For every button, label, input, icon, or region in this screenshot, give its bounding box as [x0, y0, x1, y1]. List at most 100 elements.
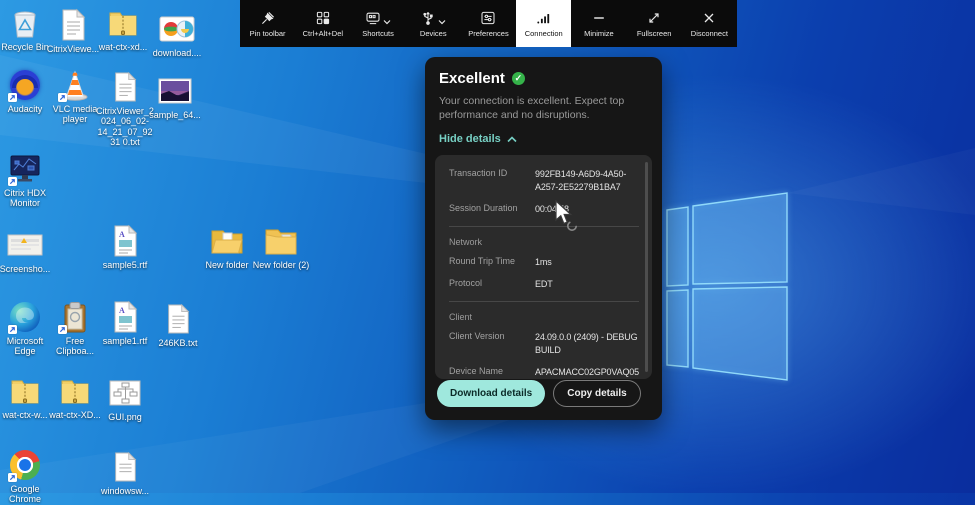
- desktop-icon-google-chrome[interactable]: Google Chrome: [0, 448, 54, 505]
- desktop-icon-sample5[interactable]: A sample5.rtf: [96, 224, 154, 270]
- desktop-icon-246kb[interactable]: 246KB.txt: [149, 302, 207, 348]
- desktop-icon-citrix-hdx-monitor[interactable]: Citrix HDX Monitor: [0, 152, 54, 209]
- desktop-icon-label: Google Chrome: [0, 484, 54, 505]
- desktop-icon-label: wat-ctx-XD...: [49, 410, 101, 420]
- rtf-file-icon: A: [107, 224, 143, 258]
- clipboard-icon: [57, 300, 93, 334]
- svg-text:A: A: [119, 230, 125, 239]
- svg-text:A: A: [119, 306, 125, 315]
- desktop-icon-label: GUI.png: [108, 412, 142, 422]
- shortcut-arrow-icon: [8, 473, 17, 482]
- section-client: Client: [435, 302, 652, 322]
- pin-icon: [260, 9, 276, 26]
- close-icon: [701, 9, 717, 26]
- desktop-icon-sample1[interactable]: A sample1.rtf: [96, 300, 154, 346]
- detail-row-device-name: Device Name APACMACC02GP0VAQ05N: [435, 357, 652, 380]
- details-scrollbar[interactable]: [645, 162, 648, 372]
- detail-row-protocol: Protocol EDT: [435, 269, 652, 291]
- toolbar-connection[interactable]: Connection: [516, 0, 571, 47]
- desktop-icon-label: New folder (2): [253, 260, 310, 270]
- desktop-icon-sample64[interactable]: sample_64...: [146, 74, 204, 120]
- desktop-icon-label: 246KB.txt: [158, 338, 197, 348]
- copy-details-button[interactable]: Copy details: [553, 380, 640, 407]
- shortcut-arrow-icon: [8, 325, 17, 334]
- toolbar-devices[interactable]: Devices: [406, 0, 461, 47]
- shortcut-arrow-icon: [58, 325, 67, 334]
- toolbar-fullscreen[interactable]: Fullscreen: [627, 0, 682, 47]
- hide-details-link[interactable]: Hide details: [439, 133, 648, 145]
- sliders-icon: [480, 9, 496, 26]
- shortcuts-icon: [365, 10, 381, 26]
- shortcut-arrow-icon: [8, 93, 17, 102]
- shortcut-arrow-icon: [8, 177, 17, 186]
- desktop-icon-label: wat-ctx-xd...: [99, 42, 148, 52]
- chrome-icon: [7, 448, 43, 482]
- desktop-icon-label: Recycle Bin: [1, 42, 49, 52]
- fullscreen-icon: [646, 9, 662, 26]
- detail-row-client-version: Client Version 24.09.0.0 (2409) - DEBUG …: [435, 322, 652, 356]
- status-title: Excellent: [439, 70, 505, 87]
- usb-icon: [420, 10, 436, 26]
- connection-details-card: Transaction ID 992FB149-A6D9-4A50-A257-2…: [435, 155, 652, 379]
- toolbar-disconnect[interactable]: Disconnect: [682, 0, 737, 47]
- text-file-icon: [107, 70, 143, 104]
- zip-folder-icon: [57, 374, 93, 408]
- folder-doc-icon: [263, 224, 299, 258]
- colorful-image-icon: [159, 12, 195, 46]
- screenshot-icon: [7, 228, 43, 262]
- grid-squares-icon: [315, 9, 331, 26]
- status-description: Your connection is excellent. Expect top…: [439, 94, 645, 122]
- photo-icon: [157, 74, 193, 108]
- chevron-down-icon: [438, 18, 446, 26]
- desktop-icon-download[interactable]: download....: [148, 12, 206, 58]
- recycle-bin-icon: [7, 6, 43, 40]
- text-file-icon: [107, 450, 143, 484]
- edge-icon: [7, 300, 43, 334]
- png-file-icon: [107, 376, 143, 410]
- desktop-icon-gui-png[interactable]: GUI.png: [96, 376, 154, 422]
- desktop-icon-label: sample5.rtf: [103, 260, 148, 270]
- detail-row-session-duration: Session Duration 00:04:58: [435, 194, 652, 216]
- desktop-icon-label: New folder: [205, 260, 248, 270]
- desktop-icon-label: windowsw...: [101, 486, 149, 496]
- citrix-session-toolbar: Pin toolbar Ctrl+Alt+Del Shortcuts Devic…: [240, 0, 737, 47]
- toolbar-ctrl-alt-del[interactable]: Ctrl+Alt+Del: [295, 0, 350, 47]
- rtf-file-icon: A: [107, 300, 143, 334]
- desktop-icon-label: sample1.rtf: [103, 336, 148, 346]
- desktop-icon-label: Citrix HDX Monitor: [0, 188, 54, 209]
- toolbar-shortcuts[interactable]: Shortcuts: [350, 0, 405, 47]
- chevron-down-icon: [383, 18, 391, 26]
- desktop-icon-wat-ctx-xd[interactable]: wat-ctx-xd...: [94, 6, 152, 52]
- connection-status-panel: Excellent ✓ Your connection is excellent…: [425, 57, 662, 420]
- text-file-icon: [160, 302, 196, 336]
- desktop-icon-label: sample_64...: [149, 110, 201, 120]
- audacity-icon: [7, 68, 43, 102]
- zip-folder-icon: [105, 6, 141, 40]
- desktop-icon-windowsw[interactable]: windowsw...: [96, 450, 154, 496]
- chevron-up-icon: [507, 136, 517, 143]
- folder-icon: [209, 224, 245, 258]
- monitor-icon: [7, 152, 43, 186]
- detail-row-transaction-id: Transaction ID 992FB149-A6D9-4A50-A257-2…: [435, 155, 652, 193]
- toolbar-preferences[interactable]: Preferences: [461, 0, 516, 47]
- desktop-icon-label: wat-ctx-w...: [2, 410, 47, 420]
- desktop-icon-label: CitrixViewe...: [47, 44, 99, 54]
- vlc-cone-icon: [57, 68, 93, 102]
- desktop-icon-new-folder[interactable]: New folder: [198, 224, 256, 270]
- desktop-icon-new-folder-2[interactable]: New folder (2): [252, 224, 310, 270]
- desktop-icon-label: download....: [153, 48, 202, 58]
- minimize-icon: [591, 9, 607, 26]
- section-network: Network: [435, 227, 652, 247]
- zip-folder-icon: [7, 374, 43, 408]
- signal-bars-icon: [535, 9, 552, 26]
- desktop-icon-label: Screensho...: [0, 264, 50, 274]
- check-circle-icon: ✓: [512, 72, 525, 85]
- desktop-icon-label: Audacity: [8, 104, 43, 114]
- toolbar-minimize[interactable]: Minimize: [571, 0, 626, 47]
- desktop-icon-screenshot[interactable]: Screensho...: [0, 228, 54, 274]
- detail-row-round-trip-time: Round Trip Time 1ms: [435, 247, 652, 269]
- download-details-button[interactable]: Download details: [437, 380, 545, 407]
- text-file-icon: [55, 8, 91, 42]
- toolbar-pin-toolbar[interactable]: Pin toolbar: [240, 0, 295, 47]
- shortcut-arrow-icon: [58, 93, 67, 102]
